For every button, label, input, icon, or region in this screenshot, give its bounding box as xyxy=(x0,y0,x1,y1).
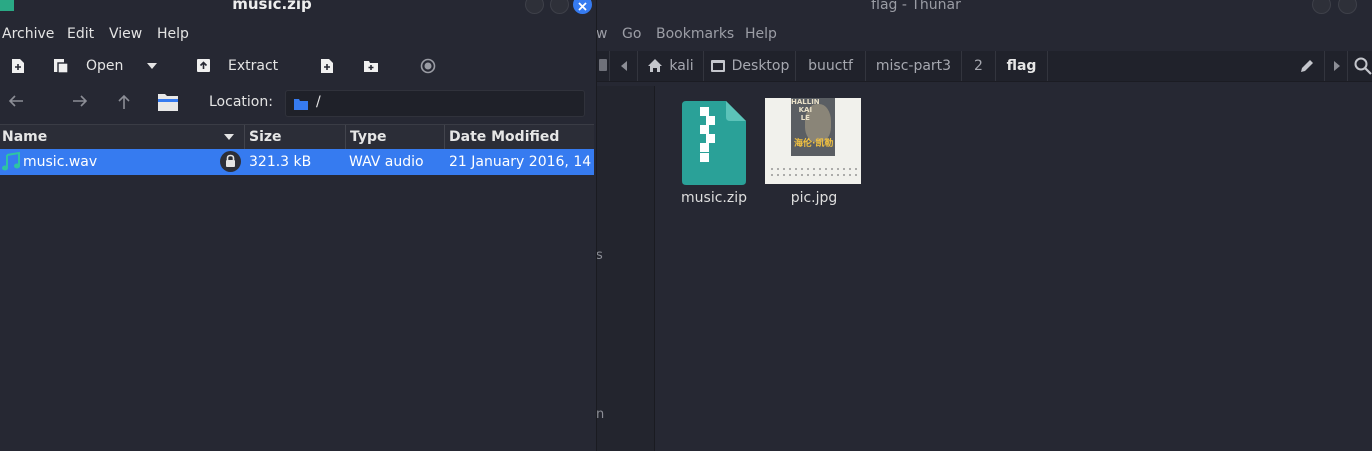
engrampa-window: music.zip Archive Edit View Help Open Ex… xyxy=(0,0,597,451)
sort-descending-icon xyxy=(224,134,234,140)
folder-icon xyxy=(294,99,308,110)
open-document-icon xyxy=(54,59,69,74)
thunar-menu-view[interactable]: w xyxy=(596,22,607,46)
crumb-flag[interactable]: flag xyxy=(996,51,1048,81)
column-date-modified-header[interactable]: Date Modified xyxy=(445,125,594,149)
file-music-zip[interactable]: music.zip xyxy=(662,98,766,214)
row-name-cell: music.wav xyxy=(23,154,98,170)
menu-archive[interactable]: Archive xyxy=(2,22,54,46)
braille-dots xyxy=(769,166,857,178)
up-button[interactable] xyxy=(117,94,137,114)
menu-view[interactable]: View xyxy=(109,22,142,46)
engrampa-menubar: Archive Edit View Help xyxy=(0,22,596,46)
thunar-pathbar: kali Desktop buuctf misc-part3 2 flag xyxy=(596,51,1372,82)
crumb-desktop[interactable]: Desktop xyxy=(704,51,796,81)
file-name-label: pic.jpg xyxy=(790,190,838,206)
forward-button[interactable] xyxy=(72,94,92,114)
extract-icon xyxy=(197,59,210,72)
engrampa-toolbar: Open Extract xyxy=(0,49,596,83)
file-list-header: Name Size Type Date Modified xyxy=(0,124,594,150)
thunar-menu-bookmarks[interactable]: Bookmarks xyxy=(656,22,734,46)
add-file-icon xyxy=(321,59,333,73)
menu-edit[interactable]: Edit xyxy=(67,22,94,46)
image-thumbnail: HALLIN KAI LE 海伦·凯勒 xyxy=(765,98,861,184)
new-document-icon xyxy=(12,59,24,73)
home-icon xyxy=(648,59,663,72)
crumb-kali[interactable]: kali xyxy=(638,51,704,81)
row-size-cell: 321.3 kB xyxy=(249,154,312,170)
open-archive-button[interactable]: Open xyxy=(48,49,174,83)
arrow-left-icon xyxy=(8,95,23,107)
home-folder-button[interactable] xyxy=(157,92,181,116)
file-pic-jpg[interactable]: HALLIN KAI LE 海伦·凯勒 pic.jpg xyxy=(765,98,863,214)
thunar-minimize-button[interactable] xyxy=(1312,0,1331,14)
arrow-up-icon xyxy=(118,94,130,109)
location-bar: Location: / xyxy=(0,88,596,120)
crumb-buuctf[interactable]: buuctf xyxy=(796,51,866,81)
column-type-header[interactable]: Type xyxy=(346,125,445,149)
stop-icon xyxy=(420,58,436,74)
row-type-cell: WAV audio xyxy=(349,154,424,170)
thunar-menu-go[interactable]: Go xyxy=(622,22,641,46)
audio-file-icon xyxy=(2,152,20,171)
side-pane-text-fragment: n xyxy=(596,407,605,422)
pathbar-scroll-right-button[interactable] xyxy=(1324,51,1348,81)
add-files-button[interactable] xyxy=(314,49,340,83)
engrampa-window-title: music.zip xyxy=(232,0,312,13)
arrow-right-icon xyxy=(73,95,88,107)
crumb-misc-part3[interactable]: misc-part3 xyxy=(866,51,962,81)
row-date-cell: 21 January 2016, 14… xyxy=(449,154,592,170)
thunar-folder-icon[interactable] xyxy=(596,51,610,81)
crumb-2[interactable]: 2 xyxy=(962,51,996,81)
stop-button[interactable] xyxy=(414,49,440,83)
engrampa-maximize-button[interactable] xyxy=(550,0,569,14)
thunar-window-title: flag - Thunar xyxy=(871,0,961,13)
engrampa-titlebar[interactable]: music.zip xyxy=(0,0,596,14)
archive-zip-icon xyxy=(682,101,746,185)
pencil-icon[interactable] xyxy=(1300,59,1314,77)
folder-home-icon xyxy=(158,94,178,111)
file-list-empty-area[interactable] xyxy=(0,175,594,451)
thunar-maximize-button[interactable] xyxy=(1338,0,1357,14)
desktop-icon xyxy=(710,60,725,72)
column-size-header[interactable]: Size xyxy=(245,125,346,149)
engrampa-minimize-button[interactable] xyxy=(525,0,544,14)
column-name-header[interactable]: Name xyxy=(0,125,245,149)
side-pane-text-fragment: s xyxy=(596,248,603,263)
lock-icon xyxy=(220,151,241,172)
table-row[interactable]: music.wav 321.3 kB WAV audio 21 January … xyxy=(0,149,594,175)
menu-help[interactable]: Help xyxy=(157,22,189,46)
chevron-down-icon[interactable] xyxy=(147,63,157,69)
thunar-icon-view[interactable]: music.zip HALLIN KAI LE 海伦·凯勒 pic.jpg xyxy=(655,86,1372,451)
file-name-label: music.zip xyxy=(681,190,747,206)
thunar-window: flag - Thunar w Go Bookmarks Help kali D… xyxy=(596,0,1372,451)
new-archive-button[interactable] xyxy=(6,49,32,83)
close-icon xyxy=(578,2,587,11)
search-icon[interactable] xyxy=(1354,57,1372,79)
extract-button[interactable]: Extract xyxy=(190,49,290,83)
thunar-titlebar[interactable]: flag - Thunar xyxy=(596,0,1372,14)
add-folder-button[interactable] xyxy=(357,49,383,83)
back-button[interactable] xyxy=(8,94,28,114)
archive-manager-icon xyxy=(0,0,14,11)
add-folder-icon xyxy=(364,61,378,72)
thunar-side-pane: s n xyxy=(596,86,655,451)
location-label: Location: xyxy=(209,94,273,110)
thunar-menu-help[interactable]: Help xyxy=(745,22,777,46)
location-input[interactable]: / xyxy=(285,90,585,117)
engrampa-close-button[interactable] xyxy=(573,0,592,14)
pathbar-scroll-left-button[interactable] xyxy=(610,51,638,81)
